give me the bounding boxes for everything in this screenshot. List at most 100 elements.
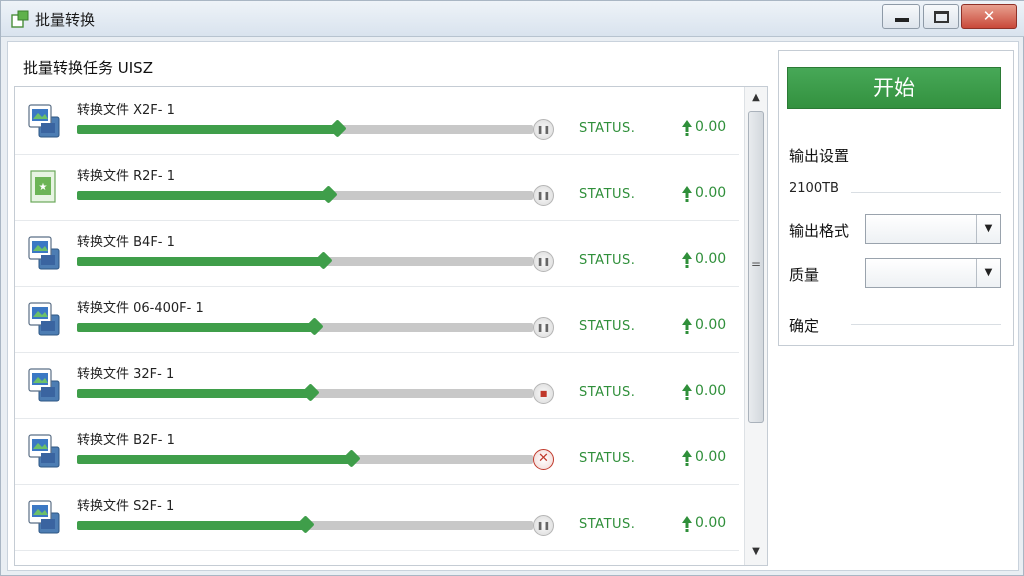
task-percent: 0.00 [695,383,727,399]
output-settings-title: 输出设置 [789,147,850,165]
format-select[interactable]: ▼ [865,214,1001,244]
settings-panel: 开始 输出设置 2100TB 输出格式 ▼ 质量 ▼ 确定 [778,50,1014,346]
image-file-icon [27,433,61,469]
progress-fill [77,455,351,464]
task-file-name: 转换文件 B4F- 1 [77,235,175,250]
pause-icon[interactable]: ❚❚ [533,317,554,338]
task-status: STATUS. [579,319,636,334]
divider [851,192,1001,193]
task-percent: 0.00 [695,515,727,531]
panel-title: 批量转换任务 UISZ [23,59,153,77]
cancel-icon[interactable]: ✕ [533,449,554,470]
app-window: 批量转换 ✕ 批量转换任务 UISZ 转换文件 X2F- 1 ❚❚ STATUS. 0… [0,0,1024,576]
pause-icon[interactable]: ❚❚ [533,515,554,536]
progress-track [77,449,533,468]
download-arrow-icon [682,384,692,400]
pause-icon[interactable]: ❚❚ [533,251,554,272]
quality-select[interactable]: ▼ [865,258,1001,288]
window-title: 批量转换 [35,11,96,29]
minimize-icon [895,18,909,22]
task-row[interactable]: 转换文件 S2F- 1 ❚❚ STATUS. 0.00 [15,485,739,551]
main-content: 批量转换任务 UISZ 转换文件 X2F- 1 ❚❚ STATUS. 0.00 ★ 转换文… [7,41,1019,571]
quality-label: 质量 [789,266,820,284]
progress-handle-icon[interactable] [341,449,361,468]
task-status: STATUS. [579,187,636,202]
chevron-down-icon: ▼ [976,215,1000,243]
image-file-icon [27,367,61,403]
task-row[interactable]: 转换文件 06-400F- 1 ❚❚ STATUS. 0.00 [15,287,739,353]
chevron-down-icon: ▼ [976,259,1000,287]
vertical-scrollbar[interactable]: ▲ = ▼ [744,87,767,565]
svg-text:★: ★ [39,182,48,193]
title-bar: 批量转换 ✕ [1,1,1024,37]
close-button[interactable]: ✕ [961,4,1017,29]
task-file-name: 转换文件 06-400F- 1 [77,301,204,316]
grip-icon: = [751,257,762,271]
image-file-icon [27,103,61,139]
start-button[interactable]: 开始 [787,67,1001,109]
task-status: STATUS. [579,451,636,466]
task-file-name: 转换文件 32F- 1 [77,367,175,382]
format-label: 输出格式 [789,222,850,240]
task-percent: 0.00 [695,119,727,135]
progress-track [77,317,533,336]
app-icon [11,10,29,28]
progress-fill [77,521,305,530]
task-row[interactable]: 转换文件 B2F- 1 ✕ STATUS. 0.00 [15,419,739,485]
task-row[interactable]: ★ 转换文件 R2F- 1 ❚❚ STATUS. 0.00 [15,155,739,221]
task-file-name: 转换文件 R2F- 1 [77,169,176,184]
task-status: STATUS. [579,121,636,136]
minimize-button[interactable] [882,4,920,29]
scroll-down-arrow-icon[interactable]: ▼ [745,543,767,561]
maximize-icon [934,11,949,23]
task-file-name: 转换文件 S2F- 1 [77,499,175,514]
stop-icon[interactable]: ■ [533,383,554,404]
divider [851,324,1001,325]
task-percent: 0.00 [695,449,727,465]
output-size-value: 2100TB [789,181,839,196]
scroll-up-arrow-icon[interactable]: ▲ [745,89,767,107]
image-file-icon [27,301,61,337]
progress-fill [77,191,328,200]
task-status: STATUS. [579,253,636,268]
progress-fill [77,125,337,134]
image-file-icon [27,499,61,535]
task-file-name: 转换文件 B2F- 1 [77,433,175,448]
pause-icon[interactable]: ❚❚ [533,185,554,206]
task-file-name: 转换文件 X2F- 1 [77,103,175,118]
document-file-icon: ★ [27,169,61,205]
scroll-thumb[interactable]: = [748,111,764,423]
progress-handle-icon[interactable] [314,251,333,270]
task-list: 转换文件 X2F- 1 ❚❚ STATUS. 0.00 ★ 转换文件 R2F- 1 ❚❚ ST… [15,89,739,551]
progress-track [77,515,533,534]
image-file-icon [27,235,61,271]
download-arrow-icon [682,186,692,202]
download-arrow-icon [682,318,692,334]
download-arrow-icon [682,516,692,532]
task-percent: 0.00 [695,251,727,267]
maximize-button[interactable] [923,4,959,29]
task-panel: 批量转换任务 UISZ 转换文件 X2F- 1 ❚❚ STATUS. 0.00 ★ 转换文… [8,42,772,570]
task-row[interactable]: 转换文件 B4F- 1 ❚❚ STATUS. 0.00 [15,221,739,287]
task-status: STATUS. [579,517,636,532]
progress-handle-icon[interactable] [296,515,315,534]
progress-track [77,383,533,402]
confirm-label[interactable]: 确定 [789,315,819,336]
progress-track [77,119,533,138]
progress-handle-icon[interactable] [328,119,347,138]
progress-handle-icon[interactable] [300,383,320,402]
progress-fill [77,323,315,332]
download-arrow-icon [682,450,692,466]
task-percent: 0.00 [695,317,727,333]
progress-fill [77,257,324,266]
download-arrow-icon [682,120,692,136]
task-row[interactable]: 转换文件 32F- 1 ■ STATUS. 0.00 [15,353,739,419]
task-row[interactable]: 转换文件 X2F- 1 ❚❚ STATUS. 0.00 [15,89,739,155]
task-list-frame: 转换文件 X2F- 1 ❚❚ STATUS. 0.00 ★ 转换文件 R2F- 1 ❚❚ ST… [14,86,768,566]
close-icon: ✕ [982,7,996,25]
download-arrow-icon [682,252,692,268]
progress-handle-icon[interactable] [319,185,338,204]
progress-handle-icon[interactable] [305,317,324,336]
progress-track [77,251,533,270]
pause-icon[interactable]: ❚❚ [533,119,554,140]
